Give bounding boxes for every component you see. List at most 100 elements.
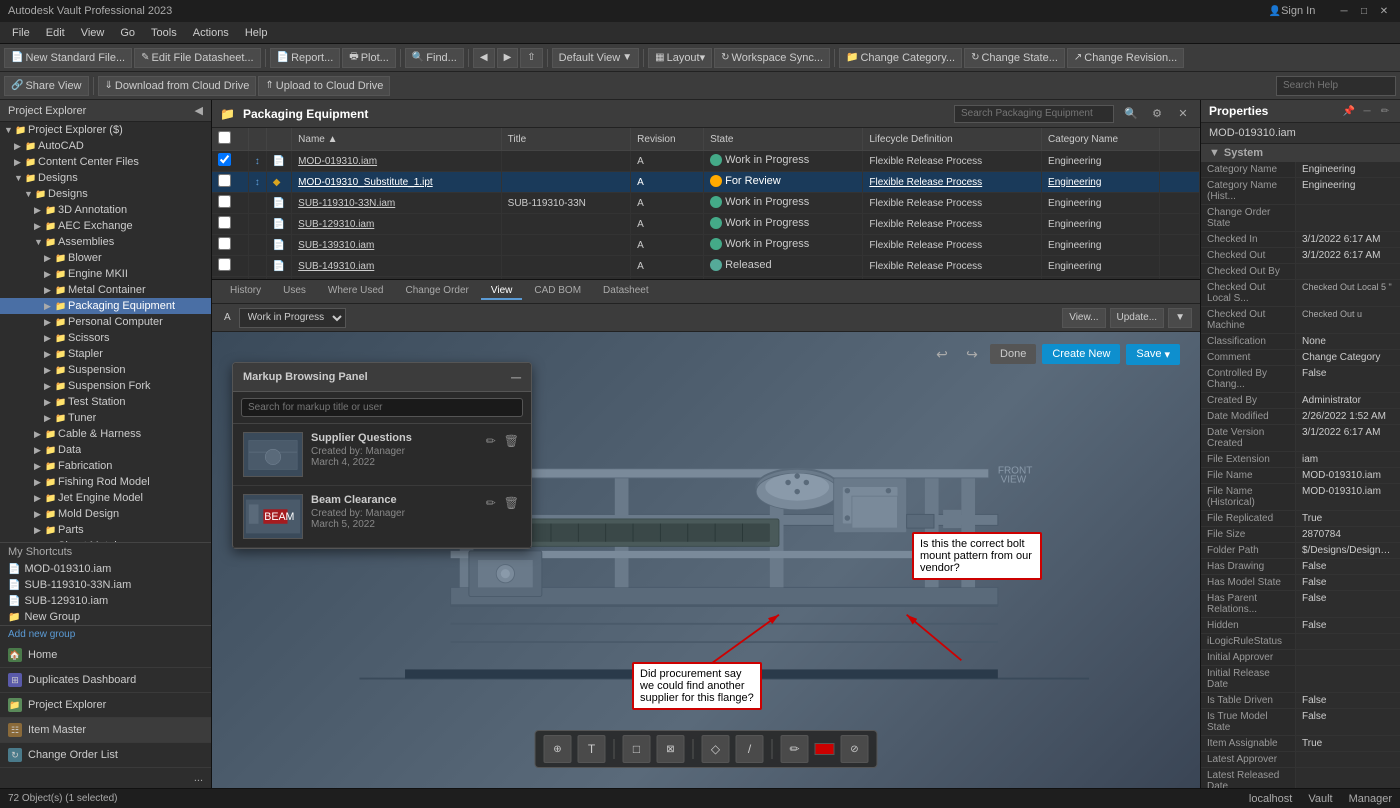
create-new-btn[interactable]: Create New	[1042, 344, 1120, 364]
tree-suspension-fork[interactable]: ▶ 📁 Suspension Fork	[0, 378, 211, 394]
row-checkbox[interactable]	[218, 237, 231, 250]
change-revision-btn[interactable]: ↗ Change Revision...	[1067, 48, 1184, 68]
tree-scissors[interactable]: ▶ 📁 Scissors	[0, 330, 211, 346]
menu-view[interactable]: View	[73, 25, 113, 41]
col-state[interactable]: State	[704, 128, 863, 151]
col-lifecycle[interactable]: Lifecycle Definition	[863, 128, 1042, 151]
tab-where-used[interactable]: Where Used	[318, 283, 394, 300]
table-row[interactable]: 📄 SUB-119310-33N.iam SUB-119310-33N A Wo…	[212, 193, 1200, 214]
tab-view[interactable]: View	[481, 283, 523, 300]
workspace-sync-btn[interactable]: ↻ Workspace Sync...	[714, 48, 830, 68]
layout-btn[interactable]: ▦ Layout▾	[648, 48, 712, 68]
shortcut-mod-019310[interactable]: 📄 MOD-019310.iam	[0, 561, 211, 577]
tree-designs-root[interactable]: ▼ 📁 Designs	[0, 170, 211, 186]
nav-duplicates[interactable]: ⊞ Duplicates Dashboard	[0, 668, 211, 693]
menu-file[interactable]: File	[4, 25, 38, 41]
filter-btn[interactable]: ⚙	[1148, 105, 1166, 123]
view-btn[interactable]: View...	[1062, 308, 1105, 328]
tree-suspension[interactable]: ▶ 📁 Suspension	[0, 362, 211, 378]
menu-help[interactable]: Help	[237, 25, 276, 41]
tree-jet-engine[interactable]: ▶ 📁 Jet Engine Model	[0, 490, 211, 506]
table-row[interactable]: 📄 SUB-139310.iam A Work in Progress Flex…	[212, 235, 1200, 256]
upload-cloud-btn[interactable]: ⇑ Upload to Cloud Drive	[258, 76, 390, 96]
markup-edit-btn[interactable]: ✏	[484, 432, 498, 450]
find-btn[interactable]: 🔍 Find...	[405, 48, 464, 68]
download-cloud-btn[interactable]: ⇓ Download from Cloud Drive	[98, 76, 257, 96]
redo-btn[interactable]: ↪	[960, 342, 984, 366]
save-btn[interactable]: Save ▾	[1126, 344, 1180, 365]
tree-content-center[interactable]: ▶ 📁 Content Center Files	[0, 154, 211, 170]
text-tool-btn[interactable]: T	[578, 735, 606, 763]
report-btn[interactable]: 📄 Report...	[270, 48, 341, 68]
nav-change-order[interactable]: ↻ Change Order List	[0, 743, 211, 768]
close-panel-btn[interactable]: ✕	[1174, 105, 1192, 123]
file-name-cell[interactable]: SUB-149310.iam	[292, 256, 502, 277]
file-name-cell[interactable]: SUB-119310-33N.iam	[292, 193, 502, 214]
markup-panel-close-btn[interactable]: ─	[511, 369, 521, 385]
tree-packaging-equipment[interactable]: ▶ 📁 Packaging Equipment	[0, 298, 211, 314]
shortcut-new-group[interactable]: 📁 New Group	[0, 609, 211, 625]
edit-icon[interactable]: ✏	[1378, 104, 1392, 118]
col-revision[interactable]: Revision	[631, 128, 704, 151]
menu-actions[interactable]: Actions	[185, 25, 237, 41]
row-checkbox[interactable]	[218, 216, 231, 229]
tab-change-order[interactable]: Change Order	[396, 283, 479, 300]
row-checkbox[interactable]	[218, 195, 231, 208]
collapse-panel-btn[interactable]: ◀	[195, 104, 203, 117]
row-checkbox[interactable]	[218, 258, 231, 271]
tree-aec[interactable]: ▶ 📁 AEC Exchange	[0, 218, 211, 234]
pin-icon[interactable]: 📌	[1342, 104, 1356, 118]
file-search-input[interactable]	[954, 105, 1114, 123]
table-row[interactable]: ↕ 📄 MOD-019310.iam A Work in Progress Fl…	[212, 151, 1200, 172]
undo-btn[interactable]: ↩	[930, 342, 954, 366]
tree-blower[interactable]: ▶ 📁 Blower	[0, 250, 211, 266]
tree-cable-harness[interactable]: ▶ 📁 Cable & Harness	[0, 426, 211, 442]
tree-parts[interactable]: ▶ 📁 Parts	[0, 522, 211, 538]
markup-delete-btn-2[interactable]: 🗑	[502, 494, 521, 512]
tab-cad-bom[interactable]: CAD BOM	[524, 283, 591, 300]
default-view-btn[interactable]: Default View ▼	[552, 48, 639, 68]
nav-home[interactable]: 🏠 Home	[0, 643, 211, 668]
col-checkbox[interactable]	[212, 128, 248, 151]
row-checkbox[interactable]	[218, 153, 231, 166]
markup-delete-btn[interactable]: 🗑	[502, 432, 521, 450]
eraser-tool-btn[interactable]: ⊘	[841, 735, 869, 763]
menu-edit[interactable]: Edit	[38, 25, 73, 41]
tree-personal-computer[interactable]: ▶ 📁 Personal Computer	[0, 314, 211, 330]
update-btn[interactable]: Update...	[1110, 308, 1165, 328]
tree-metal-container[interactable]: ▶ 📁 Metal Container	[0, 282, 211, 298]
color-picker[interactable]	[815, 743, 835, 755]
tree-assemblies[interactable]: ▼ 📁 Assemblies	[0, 234, 211, 250]
file-name-cell[interactable]: MOD-019310.iam	[292, 151, 502, 172]
table-row[interactable]: ↕ ◆ MOD-019310_Substitute_1.ipt A For Re…	[212, 172, 1200, 193]
nav-item-master[interactable]: ☷ Item Master	[0, 718, 211, 743]
edit-file-datasheet-btn[interactable]: ✎ Edit File Datasheet...	[134, 48, 261, 68]
tree-fabrication[interactable]: ▶ 📁 Fabrication	[0, 458, 211, 474]
col-title[interactable]: Title	[501, 128, 631, 151]
crop-tool-btn[interactable]: ⊠	[657, 735, 685, 763]
markup-item-beam[interactable]: BEAM Beam Clearance Created by: Manager …	[233, 486, 531, 548]
file-name-cell[interactable]: MOD-019310_Substitute_1.ipt	[292, 172, 502, 193]
state-selector[interactable]: Work in Progress For Review Released	[239, 308, 346, 328]
file-name-cell[interactable]: SUB-139310.iam	[292, 235, 502, 256]
tree-root[interactable]: ▼ 📁 Project Explorer ($)	[0, 122, 211, 138]
tree-engine-mkii[interactable]: ▶ 📁 Engine MKII	[0, 266, 211, 282]
annotation-2[interactable]: Is this the correct bolt mount pattern f…	[912, 532, 1042, 580]
3d-view[interactable]: FRONT VIEW Markup Browsing Panel	[212, 332, 1200, 788]
add-new-group-btn[interactable]: Add new group	[0, 626, 211, 643]
pen-tool-btn[interactable]: ✏	[781, 735, 809, 763]
line-tool-btn[interactable]: /	[736, 735, 764, 763]
col-category[interactable]: Category Name	[1042, 128, 1160, 151]
change-category-btn[interactable]: 📁 Change Category...	[839, 48, 962, 68]
share-view-btn[interactable]: 🔗 Share View	[4, 76, 89, 96]
change-state-btn[interactable]: ↻ Change State...	[964, 48, 1065, 68]
tree-test-station[interactable]: ▶ 📁 Test Station	[0, 394, 211, 410]
more-nav-btn[interactable]: ...	[0, 768, 211, 788]
nav-up-btn[interactable]: ⇧	[520, 48, 542, 68]
tree-fishing-rod[interactable]: ▶ 📁 Fishing Rod Model	[0, 474, 211, 490]
minimize-icon[interactable]: ─	[1360, 104, 1374, 118]
tree-mold-design[interactable]: ▶ 📁 Mold Design	[0, 506, 211, 522]
tree-tuner[interactable]: ▶ 📁 Tuner	[0, 410, 211, 426]
view-dropdown-btn[interactable]: ▼	[1168, 308, 1192, 328]
maximize-btn[interactable]: □	[1356, 3, 1372, 19]
